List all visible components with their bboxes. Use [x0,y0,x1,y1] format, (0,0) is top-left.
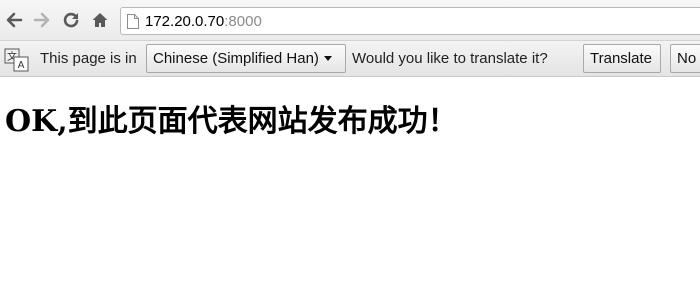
translate-icon: 文 A [4,48,29,72]
infobar-prefix-text: This page is in [40,50,137,67]
translate-button[interactable]: Translate [583,44,661,73]
reload-button[interactable] [60,9,82,31]
reload-icon [63,12,79,28]
back-arrow-icon [6,12,23,28]
chevron-down-icon [323,56,332,61]
url-port: :8000 [224,12,262,30]
translate-button-label: Translate [590,50,652,67]
language-select-value: Chinese (Simplified Han) [153,50,319,67]
home-icon [92,13,108,27]
infobar-question-text: Would you like to translate it? [352,50,548,67]
page-heading: OK,到此页面代表网站发布成功！ [5,104,458,139]
address-bar[interactable]: 172.20.0.70:8000 [120,7,700,35]
language-select[interactable]: Chinese (Simplified Han) [146,44,346,73]
svg-text:A: A [18,60,25,71]
back-button[interactable] [3,9,25,31]
no-button-label: No [677,50,697,67]
home-button[interactable] [89,9,111,31]
forward-button[interactable] [31,9,53,31]
url-host: 172.20.0.70 [145,12,225,30]
forward-arrow-icon [33,12,50,28]
browser-toolbar: 172.20.0.70:8000 [0,0,700,40]
page-icon [127,13,139,29]
no-button[interactable]: No [670,44,700,73]
translate-infobar: 文 A This page is in Chinese (Simplified … [0,40,700,77]
